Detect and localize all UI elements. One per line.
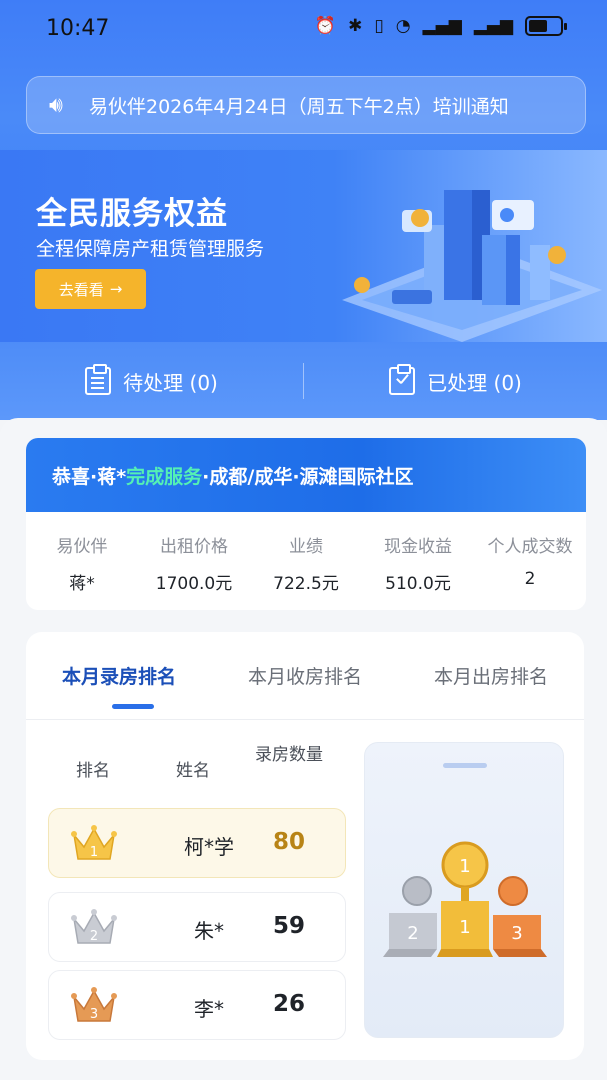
ranking-row[interactable]: 1 柯*学 80 (48, 808, 346, 878)
ranking-table-header: 排名 姓名 录房数量 (48, 740, 348, 800)
city-illustration (342, 190, 602, 342)
stat-label: 出租价格 (160, 537, 228, 557)
stat-label: 现金收益 (384, 537, 452, 557)
stat-value: 1700.0元 (155, 574, 233, 594)
banner-subtitle: 全程保障房产租赁管理服务 (36, 238, 265, 260)
ranker-name: 李* (194, 997, 224, 1021)
signal-icon-2: ▂▄▆ (473, 16, 513, 36)
ranking-tabs: 本月录房排名 本月收房排名 本月出房排名 (26, 632, 584, 720)
pending-label: 待处理 (0) (123, 370, 218, 395)
alarm-icon: ⏰ (314, 16, 337, 36)
notice-bar[interactable]: 🔊︎ 易伙伴2026年4月24日（周五下午2点）培训通知 (26, 76, 586, 134)
stat-value: 722.5元 (273, 574, 339, 594)
trophy-podium-icon: 2 1 3 1 (383, 763, 547, 957)
clipboard-list-icon (85, 364, 112, 395)
status-icons: ⏰ ✱ ▯ ◔ ▂▄▆ ▂▄▆ (314, 16, 567, 36)
stat-partner: 易伙伴蒋* (26, 532, 138, 594)
service-stats: 易伙伴蒋* 出租价格 1700.0元 业绩 722.5元 现金收益 510.0元 个人… (26, 512, 586, 594)
stat-deals: 个人成交数 2 (474, 532, 586, 594)
pending-tab[interactable]: 待处理 (0) (0, 364, 303, 396)
battery-icon (525, 16, 567, 36)
arrow-right-icon: → (109, 280, 123, 298)
done-label: 已处理 (0) (427, 370, 522, 395)
rank-number: 1 (90, 845, 98, 860)
stat-value: 510.0元 (385, 574, 451, 594)
status-bar: 10:47 ⏰ ✱ ▯ ◔ ▂▄▆ ▂▄▆ (0, 0, 607, 60)
active-tab-indicator (112, 704, 154, 709)
tab-acquisition-ranking[interactable]: 本月收房排名 (212, 632, 398, 719)
congrats-suffix: ·成都/成华·源滩国际社区 (202, 465, 414, 488)
status-time: 10:47 (46, 16, 110, 41)
bronze-crown-icon: 3 (71, 987, 117, 1022)
banner-go-button[interactable]: 去看看 → (35, 269, 146, 309)
rank-number: 3 (90, 1007, 98, 1022)
promo-banner[interactable]: 全民服务权益 全程保障房产租赁管理服务 去看看 → (0, 150, 607, 342)
speaker-icon: 🔊︎ (49, 92, 63, 118)
stat-label: 个人成交数 (487, 537, 573, 557)
banner-button-label: 去看看 (58, 280, 104, 299)
tab-rental-ranking[interactable]: 本月出房排名 (398, 632, 584, 719)
notice-text: 易伙伴2026年4月24日（周五下午2点）培训通知 (89, 95, 509, 118)
task-tabs: 待处理 (0) 已处理 (0) (0, 342, 607, 420)
silver-crown-icon: 2 (71, 909, 117, 944)
svg-text:3: 3 (511, 923, 522, 944)
congrats-banner: 恭喜·蒋* 完成服务 ·成都/成华·源滩国际社区 (26, 438, 586, 512)
ranker-count: 26 (272, 991, 305, 1017)
bluetooth-icon: ✱ (348, 16, 363, 36)
stat-label: 易伙伴 (56, 537, 108, 557)
wifi-icon: ◔ (395, 16, 411, 36)
header-background: 10:47 ⏰ ✱ ▯ ◔ ▂▄▆ ▂▄▆ 🔊︎ 易伙伴2026年4月24日（周… (0, 0, 607, 420)
header-count: 录房数量 (255, 745, 323, 765)
congrats-highlight: 完成服务 (126, 465, 203, 488)
stat-value: 2 (524, 569, 536, 589)
signal-icon: ▂▄▆ (422, 16, 462, 36)
ranker-count: 59 (272, 913, 305, 939)
ranking-row[interactable]: 2 朱* 59 (48, 892, 346, 962)
svg-text:2: 2 (407, 923, 418, 944)
podium-illustration: 2 1 3 1 (364, 742, 564, 1038)
vibrate-icon: ▯ (374, 16, 384, 36)
ranker-name: 朱* (194, 919, 224, 943)
gold-crown-icon: 1 (71, 825, 117, 860)
stat-value: 蒋* (69, 574, 95, 594)
header-rank: 排名 (76, 761, 110, 781)
ranker-name: 柯*学 (184, 835, 234, 859)
ranking-card: 本月录房排名 本月收房排名 本月出房排名 排名 姓名 录房数量 1 柯*学 80… (26, 632, 584, 1060)
stat-label: 业绩 (289, 537, 323, 557)
ranking-row[interactable]: 3 李* 26 (48, 970, 346, 1040)
rank-number: 2 (90, 929, 98, 944)
stat-rent-price: 出租价格 1700.0元 (138, 532, 250, 594)
stat-cash-income: 现金收益 510.0元 (362, 532, 474, 594)
banner-title: 全民服务权益 (36, 196, 228, 232)
header-name: 姓名 (176, 761, 210, 781)
svg-text:1: 1 (459, 856, 470, 877)
ranker-count: 80 (272, 829, 305, 855)
clipboard-check-icon (389, 364, 416, 395)
service-card: 恭喜·蒋* 完成服务 ·成都/成华·源滩国际社区 易伙伴蒋* 出租价格 1700.… (26, 438, 586, 610)
congrats-prefix: 恭喜·蒋* (52, 465, 127, 488)
done-tab[interactable]: 已处理 (0) (304, 364, 607, 396)
stat-performance: 业绩 722.5元 (250, 532, 362, 594)
svg-text:1: 1 (459, 917, 470, 938)
